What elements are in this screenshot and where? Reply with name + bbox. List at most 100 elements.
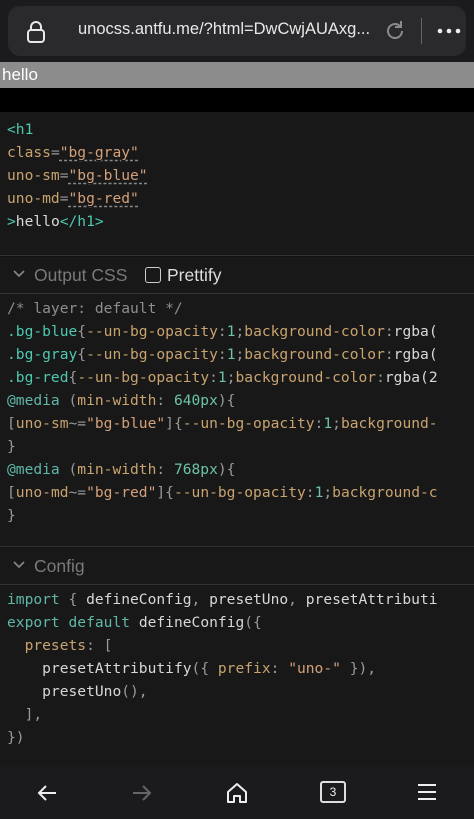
code-line: } bbox=[7, 435, 438, 458]
code-line: export default defineConfig({ bbox=[7, 611, 438, 634]
code-token: : bbox=[376, 369, 385, 386]
browser-toolbar: unocss.antfu.me/?html=DwCwjAUAxg... bbox=[0, 0, 474, 62]
code-token: rgba(2 bbox=[384, 369, 438, 386]
code-token: import bbox=[7, 591, 60, 608]
html-code[interactable]: <h1 class="bg-gray" uno-sm="bg-blue" uno-md… bbox=[7, 118, 148, 233]
code-token: ({ bbox=[191, 660, 218, 677]
reload-icon[interactable] bbox=[383, 19, 407, 43]
lock-icon bbox=[27, 21, 45, 43]
more-icon[interactable] bbox=[434, 20, 464, 42]
code-line: uno-sm="bg-blue" bbox=[7, 164, 148, 187]
code-token: ({ bbox=[244, 614, 262, 631]
code-line: <h1 bbox=[7, 118, 148, 141]
code-token: ], bbox=[7, 706, 43, 723]
divider bbox=[0, 255, 474, 256]
code-token: = bbox=[50, 144, 60, 161]
tabs-icon[interactable]: 3 bbox=[320, 781, 346, 803]
code-line: [uno-sm~="bg-blue"]{--un-bg-opacity:1;ba… bbox=[7, 412, 438, 435]
code-token: { bbox=[77, 323, 87, 340]
code-token: ~= bbox=[68, 484, 87, 501]
home-icon[interactable] bbox=[225, 781, 249, 805]
prettify-label[interactable]: Prettify bbox=[167, 265, 221, 286]
code-token: <h1 bbox=[7, 121, 34, 138]
code-token: }), bbox=[340, 660, 377, 677]
code-token: defineConfig bbox=[86, 591, 192, 608]
code-token: { bbox=[59, 591, 87, 608]
url-text[interactable]: unocss.antfu.me/?html=DwCwjAUAxg... bbox=[78, 20, 372, 39]
code-token: presetUno bbox=[42, 683, 122, 700]
menu-icon[interactable] bbox=[416, 781, 438, 803]
code-token: --un-bg-opacity bbox=[86, 323, 218, 340]
output-css-code: /* layer: default */.bg-blue{--un-bg-opa… bbox=[7, 297, 438, 527]
code-token: --un-bg-opacity bbox=[182, 415, 315, 432]
code-line: presetAttributify({ prefix: "uno-" }), bbox=[7, 657, 438, 680]
code-token: ; bbox=[226, 369, 236, 386]
code-token: "bg-red" bbox=[86, 484, 157, 501]
code-token: --un-bg-opacity bbox=[173, 484, 306, 501]
code-token: @media bbox=[7, 461, 60, 478]
code-token: background- bbox=[340, 415, 438, 432]
preview-area bbox=[0, 88, 474, 112]
code-token: : bbox=[217, 323, 227, 340]
code-token: ]{ bbox=[156, 484, 174, 501]
code-token: 1 bbox=[323, 415, 333, 432]
forward-arrow-icon[interactable] bbox=[130, 781, 154, 805]
code-line: }) bbox=[7, 726, 438, 749]
back-arrow-icon[interactable] bbox=[35, 781, 59, 805]
code-token: background-color bbox=[235, 369, 377, 386]
code-token: background-c bbox=[332, 484, 438, 501]
code-token: ( bbox=[59, 392, 78, 409]
code-line: .bg-gray{--un-bg-opacity:1;background-co… bbox=[7, 343, 438, 366]
code-line: class="bg-gray" bbox=[7, 141, 148, 164]
config-header[interactable]: Config bbox=[0, 548, 474, 584]
code-token: prefix bbox=[217, 660, 271, 677]
code-token: { bbox=[68, 369, 78, 386]
code-token: presetAttributi bbox=[305, 591, 438, 608]
code-token: } bbox=[7, 507, 16, 524]
browser-bottom-bar: 3 bbox=[0, 767, 474, 819]
config-editor[interactable]: import { defineConfig, presetUno, preset… bbox=[0, 585, 474, 767]
output-css-header[interactable]: Output CSS Prettify bbox=[0, 257, 474, 293]
code-token: </h1> bbox=[59, 213, 104, 230]
code-line: >hello</h1> bbox=[7, 210, 148, 233]
code-token: : bbox=[305, 484, 315, 501]
code-token: [ bbox=[7, 415, 16, 432]
code-token: "bg-blue" bbox=[68, 167, 148, 184]
code-line: } bbox=[7, 504, 438, 527]
code-token: : [ bbox=[86, 637, 113, 654]
code-token: : bbox=[384, 346, 394, 363]
code-token: }) bbox=[7, 729, 25, 746]
code-token: background-color bbox=[244, 346, 385, 363]
prettify-checkbox[interactable] bbox=[145, 267, 161, 283]
code-token: { bbox=[77, 346, 87, 363]
code-token: export bbox=[7, 614, 60, 631]
config-code[interactable]: import { defineConfig, presetUno, preset… bbox=[7, 588, 438, 749]
code-token: : bbox=[156, 392, 174, 409]
code-token: 768px bbox=[173, 461, 218, 478]
code-token: defineConfig bbox=[138, 614, 245, 631]
output-css-panel: /* layer: default */.bg-blue{--un-bg-opa… bbox=[0, 294, 474, 546]
code-token: ]{ bbox=[165, 415, 183, 432]
code-token: --un-bg-opacity bbox=[86, 346, 218, 363]
url-bar[interactable]: unocss.antfu.me/?html=DwCwjAUAxg... bbox=[8, 6, 466, 56]
code-token: 1 bbox=[217, 369, 227, 386]
code-token: ( bbox=[59, 461, 78, 478]
code-token: uno-sm bbox=[7, 167, 60, 184]
code-token: : bbox=[209, 369, 218, 386]
code-token: .bg-red bbox=[7, 369, 69, 386]
code-token: class bbox=[7, 144, 51, 161]
code-token: presets bbox=[24, 637, 87, 654]
code-line: ], bbox=[7, 703, 438, 726]
html-editor[interactable]: <h1 class="bg-gray" uno-sm="bg-blue" uno-md… bbox=[0, 112, 474, 255]
code-line: presets: [ bbox=[7, 634, 438, 657]
code-token: "uno-" bbox=[288, 660, 341, 677]
preview-text: hello bbox=[2, 65, 38, 84]
code-token: @media bbox=[7, 392, 60, 409]
code-token: uno-md bbox=[7, 190, 60, 207]
code-token: ~= bbox=[68, 415, 87, 432]
code-token: ; bbox=[332, 415, 341, 432]
code-token: > bbox=[7, 213, 16, 230]
